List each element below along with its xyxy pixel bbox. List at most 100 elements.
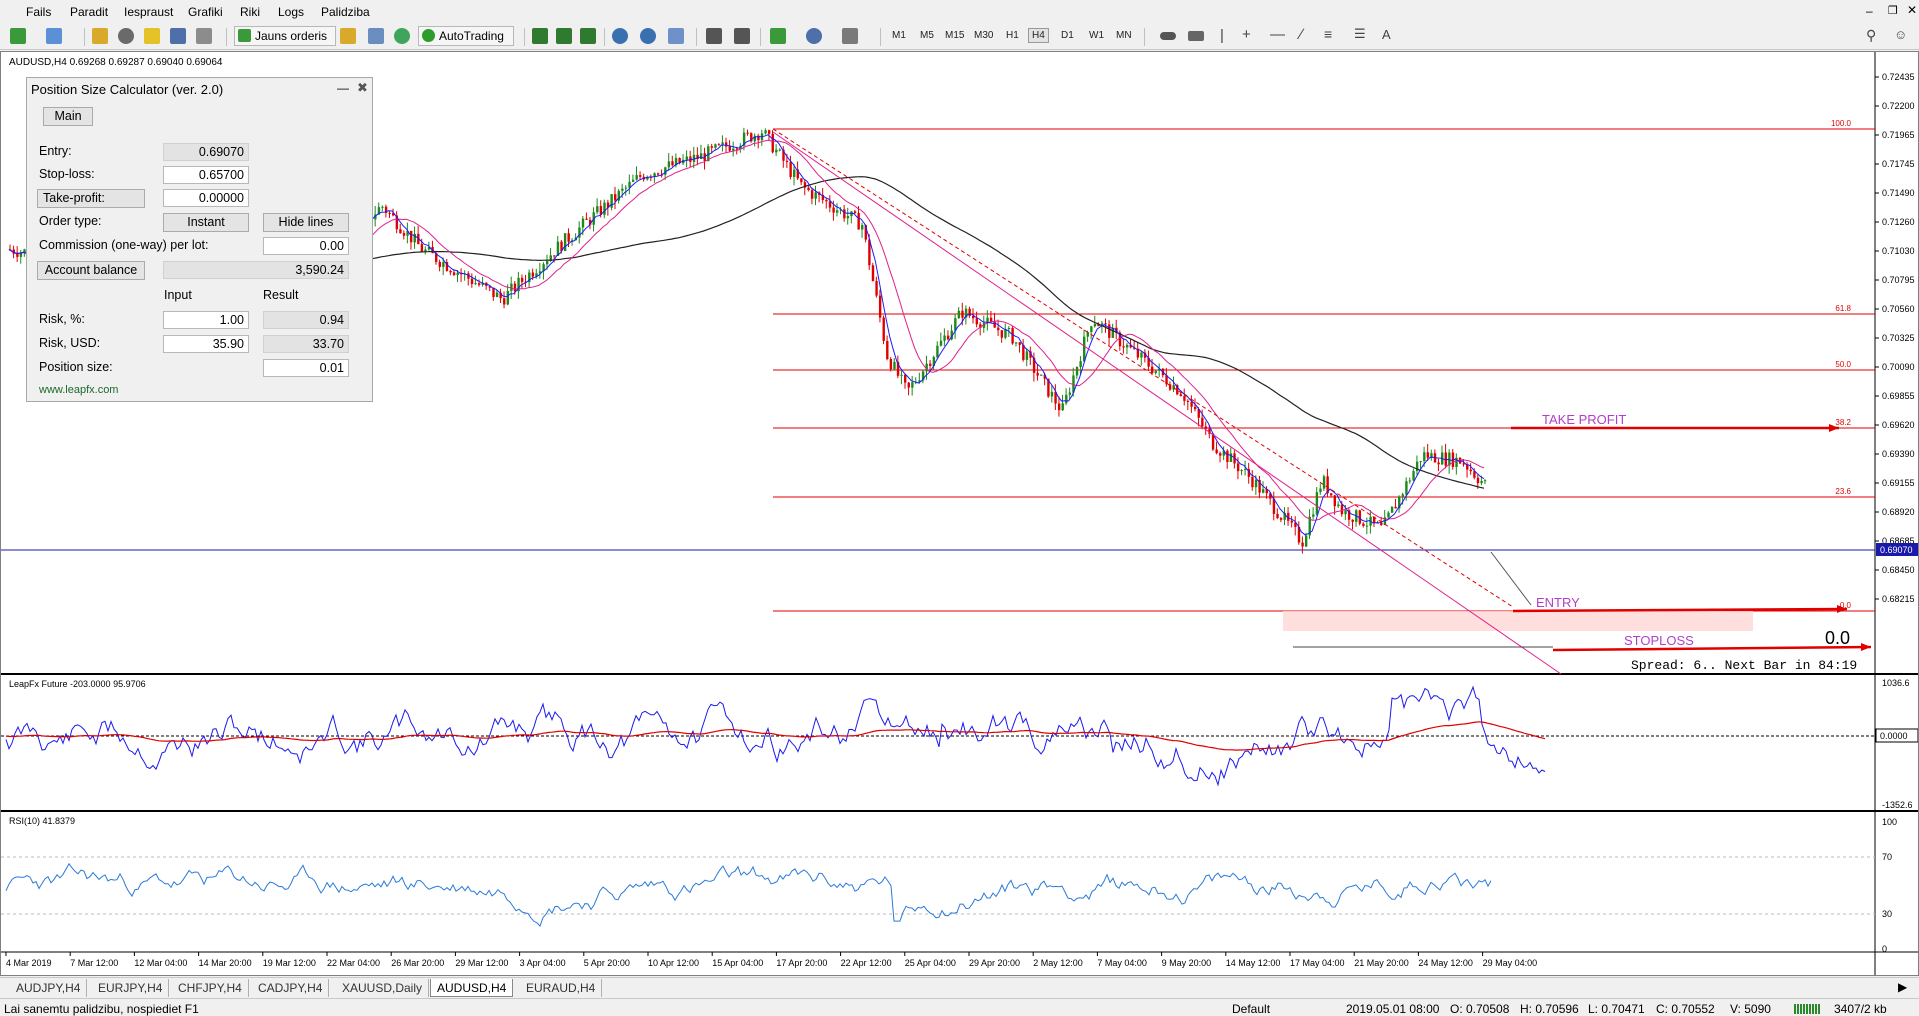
candle-body xyxy=(1151,366,1154,374)
candle-body xyxy=(1183,396,1186,401)
bar-chart-icon[interactable] xyxy=(532,28,548,44)
tabs-scroll-icon[interactable]: ▶ xyxy=(1898,980,1907,994)
menu-window[interactable]: Logs xyxy=(278,5,304,19)
position-size-calculator[interactable]: Position Size Calculator (ver. 2.0) — ✖ … xyxy=(26,77,373,402)
tab-eurjpy[interactable]: EURJPY,H4 xyxy=(92,979,170,997)
trendline-icon[interactable]: ∕ xyxy=(1300,26,1303,43)
psc-minimize-icon[interactable]: — xyxy=(337,81,349,95)
candle-body xyxy=(1018,342,1021,345)
search-icon[interactable]: ⚲ xyxy=(1866,27,1876,44)
navigator-icon[interactable] xyxy=(144,28,160,44)
autotrading-button[interactable]: AutoTrading xyxy=(418,26,514,46)
risk-pct-input[interactable]: 1.00 xyxy=(163,311,249,329)
indicator1-top-label: 1036.6 xyxy=(1882,678,1910,688)
fibo-icon[interactable]: ☰ xyxy=(1354,26,1366,42)
tab-audjpy[interactable]: AUDJPY,H4 xyxy=(10,979,88,997)
psc-close-icon[interactable]: ✖ xyxy=(357,80,368,96)
tf-m30[interactable]: M30 xyxy=(974,30,993,41)
tf-h4[interactable]: H4 xyxy=(1028,28,1049,43)
menu-charts[interactable]: Grafiki xyxy=(188,5,223,19)
minimize-icon[interactable]: – xyxy=(1866,4,1873,18)
candle-body xyxy=(656,173,660,175)
takeprofit-button[interactable]: Take-profit: xyxy=(37,189,145,208)
connection-icon xyxy=(1794,1004,1820,1014)
market-watch-icon[interactable] xyxy=(92,28,108,44)
takeprofit-field[interactable]: 0.00000 xyxy=(163,189,249,207)
status-traffic: 3407/2 kb xyxy=(1834,1002,1887,1016)
data-window-icon[interactable] xyxy=(118,28,134,44)
commission-field[interactable]: 0.00 xyxy=(263,237,349,255)
tf-m15[interactable]: M15 xyxy=(945,30,964,41)
vertical-line-icon[interactable]: | xyxy=(1220,27,1224,44)
entry-field[interactable]: 0.69070 xyxy=(163,143,249,161)
candlestick-icon[interactable] xyxy=(556,28,572,44)
new-order-button[interactable]: Jauns orderis xyxy=(234,26,336,46)
price-tick-label: 0.69390 xyxy=(1882,449,1915,459)
candle-body xyxy=(1204,426,1208,429)
horizontal-line-icon[interactable]: — xyxy=(1270,26,1285,43)
text-tool-icon[interactable]: A xyxy=(1382,27,1391,42)
current-price-label: 0.69070 xyxy=(1880,545,1913,555)
candle-body xyxy=(789,162,792,177)
restore-icon[interactable]: ❐ xyxy=(1888,4,1898,17)
candle-body xyxy=(1362,523,1365,526)
status-volume: V: 5090 xyxy=(1730,1002,1771,1016)
stoploss-field[interactable]: 0.65700 xyxy=(163,166,249,184)
templates-icon[interactable] xyxy=(842,28,858,44)
tab-audusd[interactable]: AUDUSD,H4 xyxy=(430,979,514,997)
tf-m5[interactable]: M5 xyxy=(920,30,934,41)
channel-icon[interactable]: ≡ xyxy=(1324,26,1332,42)
risk-usd-input[interactable]: 35.90 xyxy=(163,335,249,353)
tab-cadjpy[interactable]: CADJPY,H4 xyxy=(252,979,330,997)
candle-body xyxy=(621,188,624,191)
time-tick-label: 26 Mar 20:00 xyxy=(391,958,444,968)
leapfx-link[interactable]: www.leapfx.com xyxy=(39,384,118,396)
indicators-icon[interactable] xyxy=(770,28,786,44)
menu-view[interactable]: Paradit xyxy=(70,5,108,19)
hide-lines-button[interactable]: Hide lines xyxy=(263,213,349,232)
candle-body xyxy=(714,144,717,148)
tile-windows-icon[interactable] xyxy=(668,28,684,44)
tf-m1[interactable]: M1 xyxy=(892,30,906,41)
menu-file[interactable]: Fails xyxy=(26,5,51,19)
candle-body xyxy=(1344,510,1347,515)
chart-header: AUDUSD,H4 0.69268 0.69287 0.69040 0.6906… xyxy=(9,57,223,68)
menu-help[interactable]: Palidziba xyxy=(321,5,370,19)
new-chart-icon[interactable] xyxy=(10,28,26,44)
zoom-in-icon[interactable] xyxy=(612,28,628,44)
autoscroll-icon[interactable] xyxy=(706,28,722,44)
crosshair-icon[interactable]: + xyxy=(1242,26,1251,43)
gold-icon[interactable] xyxy=(340,28,356,44)
psc-main-tab[interactable]: Main xyxy=(43,107,93,126)
rsi-level-label: 70 xyxy=(1882,852,1892,862)
rectangle-tool-icon[interactable] xyxy=(1188,31,1204,41)
account-balance-button[interactable]: Account balance xyxy=(37,261,145,280)
tab-euraud[interactable]: EURAUD,H4 xyxy=(520,979,603,997)
profiles-icon[interactable] xyxy=(46,28,62,44)
terminal-icon[interactable] xyxy=(170,28,186,44)
chart-shift-icon[interactable] xyxy=(734,28,750,44)
market-icon[interactable] xyxy=(394,28,410,44)
tab-chfjpy[interactable]: CHFJPY,H4 xyxy=(172,979,249,997)
rsi-line xyxy=(5,862,1492,927)
tab-xauusd[interactable]: XAUUSD,Daily xyxy=(336,979,430,997)
tf-w1[interactable]: W1 xyxy=(1089,30,1104,41)
signals-icon[interactable] xyxy=(368,28,384,44)
close-icon[interactable]: ✕ xyxy=(1907,3,1917,17)
tf-h1[interactable]: H1 xyxy=(1006,30,1019,41)
ellipse-tool-icon[interactable] xyxy=(1160,32,1176,40)
tf-mn[interactable]: MN xyxy=(1116,30,1132,41)
periods-icon[interactable] xyxy=(806,28,822,44)
ordertype-button[interactable]: Instant xyxy=(163,213,249,232)
status-help: Lai sanemtu palidzibu, nospiediet F1 xyxy=(4,1002,199,1016)
tf-d1[interactable]: D1 xyxy=(1061,30,1074,41)
zoom-out-icon[interactable] xyxy=(640,28,656,44)
user-icon[interactable]: ☺ xyxy=(1894,27,1907,42)
candle-body xyxy=(1122,346,1125,348)
line-chart-icon[interactable] xyxy=(580,28,596,44)
strategy-tester-icon[interactable] xyxy=(196,28,212,44)
menu-tools[interactable]: Riki xyxy=(240,5,260,19)
candle-body xyxy=(399,229,402,234)
candle-body xyxy=(1061,403,1064,411)
menu-insert[interactable]: Iespraust xyxy=(124,5,173,19)
